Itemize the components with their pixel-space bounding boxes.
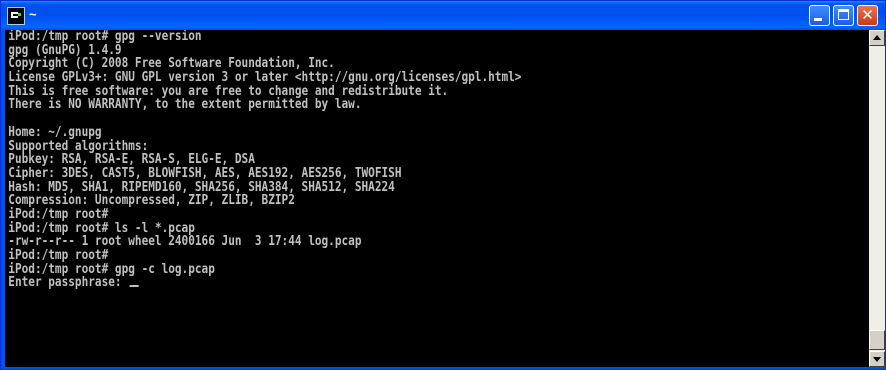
passphrase-prompt: Enter passphrase:	[8, 274, 129, 291]
minimize-icon	[814, 18, 822, 21]
arrow-down-icon	[873, 357, 881, 362]
title-bar[interactable]: ~ ✕	[1, 1, 885, 30]
console-line: -rw-r--r-- 1 root wheel 2400166 Jun 3 17…	[8, 233, 362, 250]
console-line: There is NO WARRANTY, to the extent perm…	[8, 96, 362, 113]
console-output[interactable]: iPod:/tmp root# gpg --version gpg (GnuPG…	[5, 30, 869, 367]
terminal-icon[interactable]	[7, 7, 25, 25]
terminal-window: ~ ✕ iPod:/tmp root# gpg --version gpg (G…	[0, 0, 886, 370]
vertical-scrollbar[interactable]	[869, 30, 885, 367]
scroll-up-button[interactable]	[869, 30, 885, 46]
scroll-thumb[interactable]	[869, 330, 885, 350]
console-line: Compression: Uncompressed, ZIP, ZLIB, BZ…	[8, 192, 295, 209]
scroll-down-button[interactable]	[869, 351, 885, 367]
close-button[interactable]: ✕	[857, 5, 878, 26]
maximize-button[interactable]	[833, 5, 854, 26]
maximize-icon	[838, 9, 849, 20]
arrow-up-icon	[873, 35, 881, 40]
text-cursor	[129, 285, 139, 288]
prompt-line[interactable]: Enter passphrase:	[5, 276, 713, 290]
minimize-button[interactable]	[809, 5, 830, 26]
close-icon: ✕	[861, 6, 874, 24]
window-title: ~	[29, 7, 37, 22]
